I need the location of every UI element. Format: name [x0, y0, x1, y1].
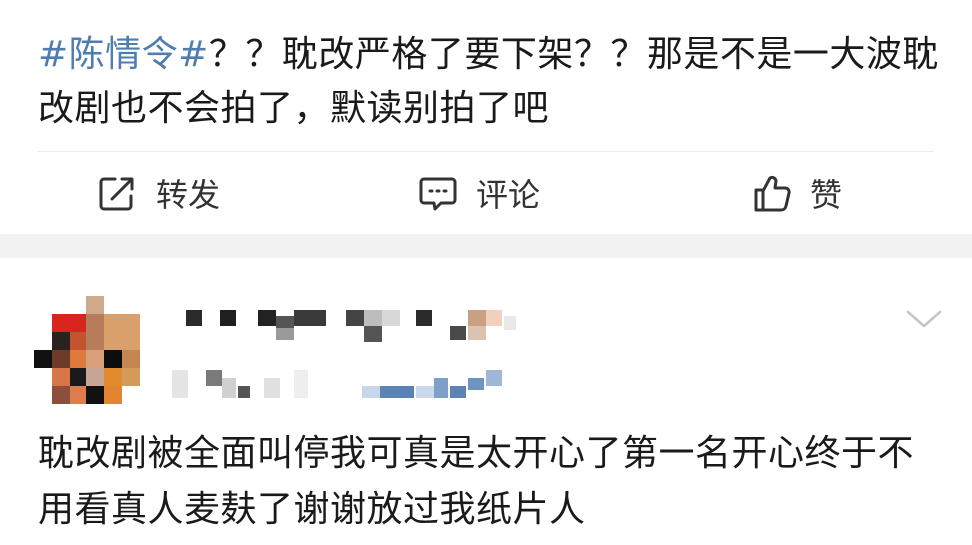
weibo-screenshot: #陈情令#？？耽改严格了要下架？？那是不是一大波耽改剧也不会拍了，默读别拍了吧 …: [0, 0, 972, 545]
repost-label: 转发: [156, 176, 221, 214]
share-icon: [99, 177, 134, 211]
chevron-down-icon[interactable]: [904, 306, 944, 334]
avatar[interactable]: [34, 296, 142, 404]
divider: [38, 151, 934, 152]
hashtag-link[interactable]: #陈情令#: [38, 34, 209, 75]
section-separator: [0, 234, 972, 258]
comment-icon: [419, 177, 457, 211]
comment-button[interactable]: 评论: [418, 153, 540, 233]
meta-redacted: [172, 370, 502, 398]
like-label: 赞: [810, 176, 843, 214]
username-redacted[interactable]: [186, 306, 516, 342]
thumbs-up-icon: [754, 175, 791, 212]
comment-text: 耽改剧被全面叫停我可真是太开心了第一名开心终于不用看真人麦麸了谢谢放过我纸片人: [38, 433, 915, 530]
post-text: #陈情令#？？耽改严格了要下架？？那是不是一大波耽改剧也不会拍了，默读别拍了吧: [38, 28, 943, 136]
like-button[interactable]: 赞: [752, 153, 842, 233]
comment-label: 评论: [476, 176, 541, 214]
action-bar: 转发 评论 赞: [0, 153, 972, 233]
repost-button[interactable]: 转发: [98, 153, 220, 233]
